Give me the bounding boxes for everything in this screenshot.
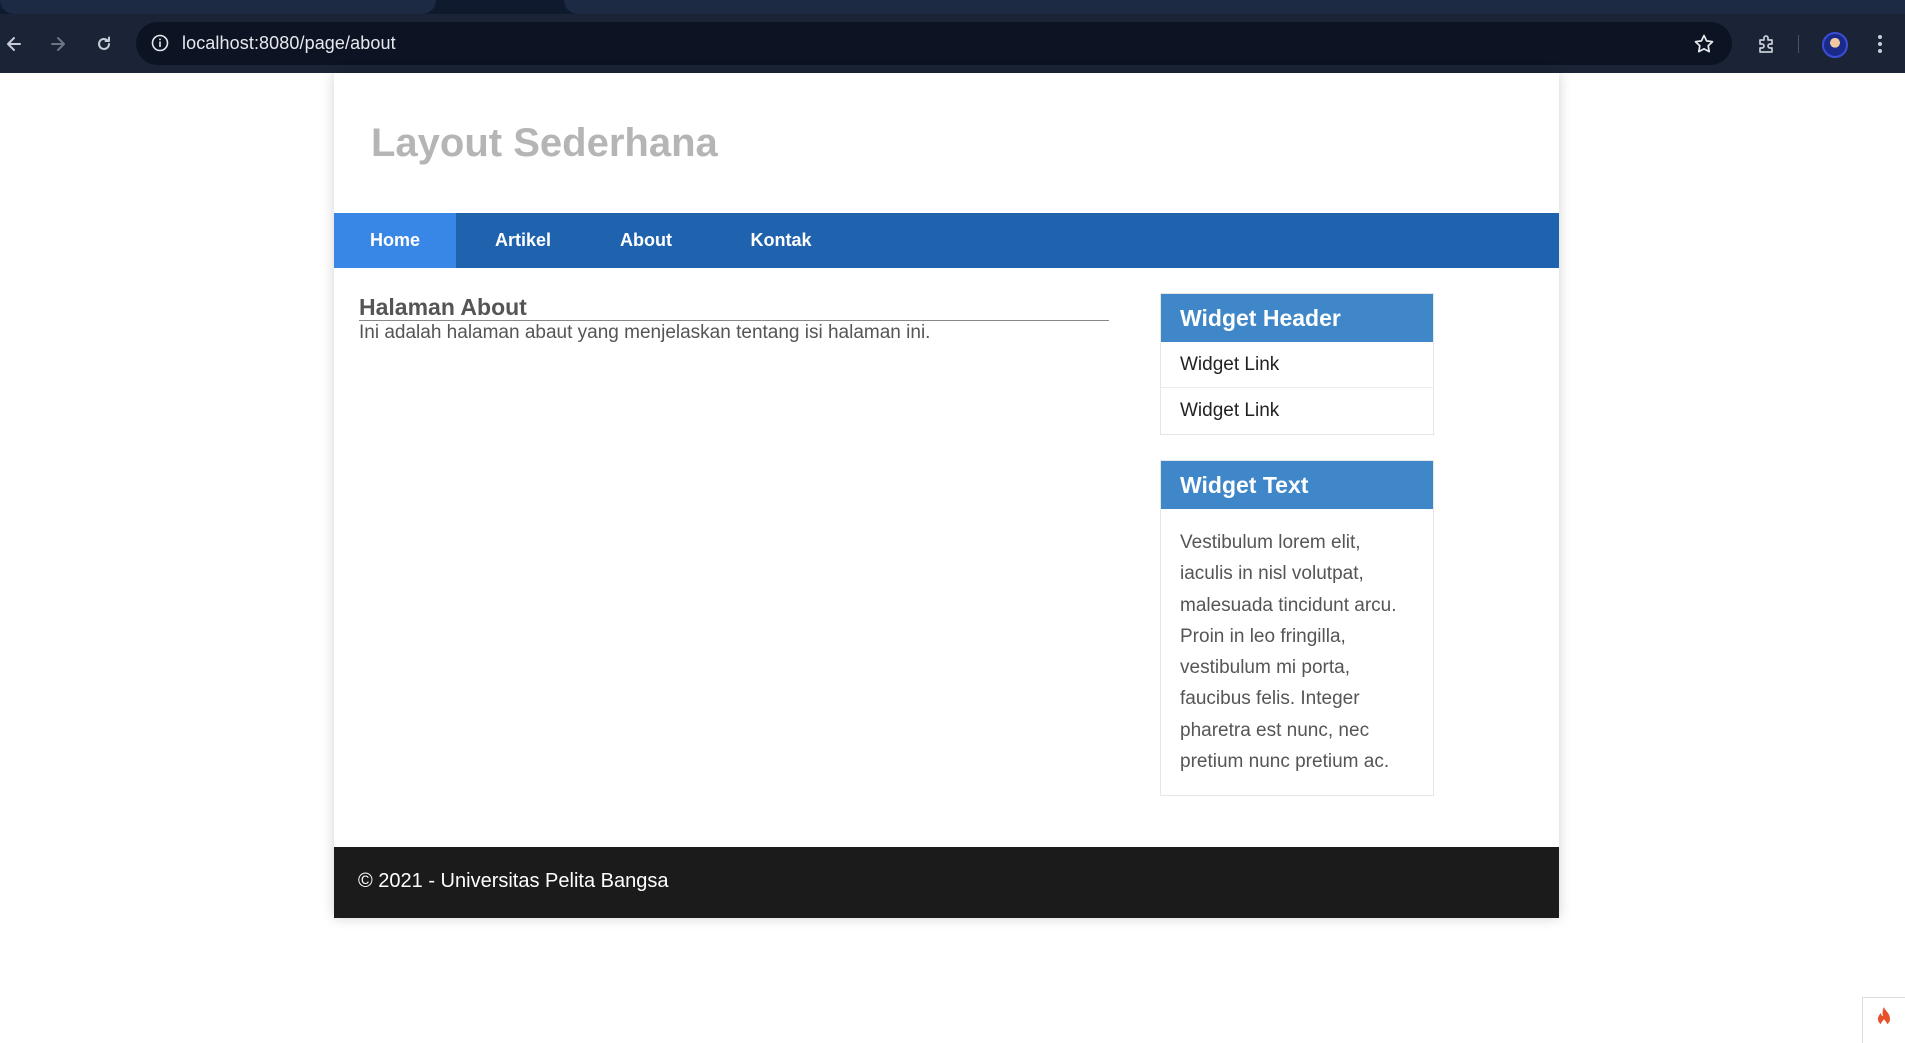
info-icon[interactable] — [150, 33, 170, 53]
nav-item-kontak[interactable]: Kontak — [742, 213, 820, 268]
site-footer: © 2021 - Universitas Pelita Bangsa — [334, 847, 1559, 918]
site-title: Layout Sederhana — [371, 121, 718, 165]
widget-text-title: Widget Text — [1161, 461, 1433, 509]
flame-icon — [1873, 1005, 1895, 1036]
nav-item-artikel[interactable]: Artikel — [480, 213, 566, 268]
main-nav: Home Artikel About Kontak — [334, 213, 1559, 268]
address-bar[interactable]: localhost:8080/page/about — [136, 22, 1732, 65]
page-heading: Halaman About — [359, 293, 1109, 321]
nav-item-about[interactable]: About — [611, 213, 681, 268]
browser-tab[interactable] — [0, 0, 436, 14]
puzzle-icon[interactable] — [1753, 30, 1781, 58]
arrow-right-icon[interactable] — [44, 30, 72, 58]
site-header: Layout Sederhana — [334, 73, 1559, 213]
kebab-menu-icon[interactable] — [1866, 30, 1894, 58]
widget-header-box: Widget Header Widget Link Widget Link — [1160, 293, 1434, 435]
widget-text-box: Widget Text Vestibulum lorem elit, iacul… — [1160, 460, 1434, 797]
star-icon[interactable] — [1692, 32, 1716, 56]
nav-item-home[interactable]: Home — [334, 213, 456, 268]
widget-link[interactable]: Widget Link — [1161, 342, 1433, 388]
toolbar-divider — [1798, 35, 1799, 53]
page-body-text: Ini adalah halaman abaut yang menjelaska… — [359, 322, 931, 343]
debug-toolbar-toggle[interactable] — [1862, 997, 1905, 1043]
reload-icon[interactable] — [90, 30, 118, 58]
browser-toolbar: localhost:8080/page/about — [0, 14, 1905, 73]
profile-avatar[interactable] — [1822, 32, 1848, 58]
page-viewport: Layout Sederhana Home Artikel About Kont… — [0, 73, 1905, 1043]
browser-tab[interactable] — [564, 0, 1905, 14]
widget-header-title: Widget Header — [1161, 294, 1433, 342]
browser-tabstrip — [0, 0, 1905, 14]
arrow-left-icon[interactable] — [0, 30, 28, 58]
widget-link[interactable]: Widget Link — [1161, 388, 1433, 434]
url-text[interactable]: localhost:8080/page/about — [182, 33, 396, 54]
footer-copyright: © 2021 - Universitas Pelita Bangsa — [358, 870, 669, 892]
widget-text-body: Vestibulum lorem elit, iaculis in nisl v… — [1180, 532, 1397, 773]
main-content: Halaman About Ini adalah halaman abaut y… — [359, 293, 1109, 345]
site-container: Layout Sederhana Home Artikel About Kont… — [334, 73, 1559, 918]
